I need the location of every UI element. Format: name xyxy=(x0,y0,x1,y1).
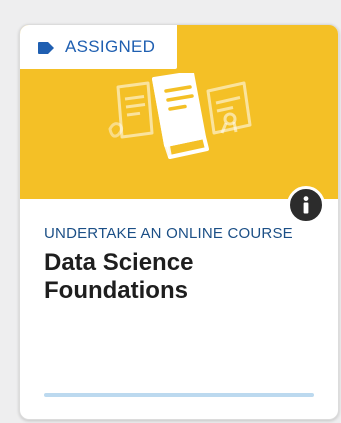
status-badge: ASSIGNED xyxy=(20,25,178,69)
course-title[interactable]: Data Science Foundations xyxy=(44,249,314,305)
course-card[interactable]: ASSIGNED UNDERTAKE AN ONLINE COURSE Data… xyxy=(19,24,339,420)
tag-icon xyxy=(38,41,54,54)
card-banner: ASSIGNED xyxy=(20,25,338,199)
activity-type-label: UNDERTAKE AN ONLINE COURSE xyxy=(44,225,293,242)
course-book-icon xyxy=(104,71,254,165)
progress-bar xyxy=(44,393,314,397)
info-button[interactable] xyxy=(287,186,325,224)
info-icon xyxy=(303,196,309,214)
status-badge-label: ASSIGNED xyxy=(65,37,156,56)
